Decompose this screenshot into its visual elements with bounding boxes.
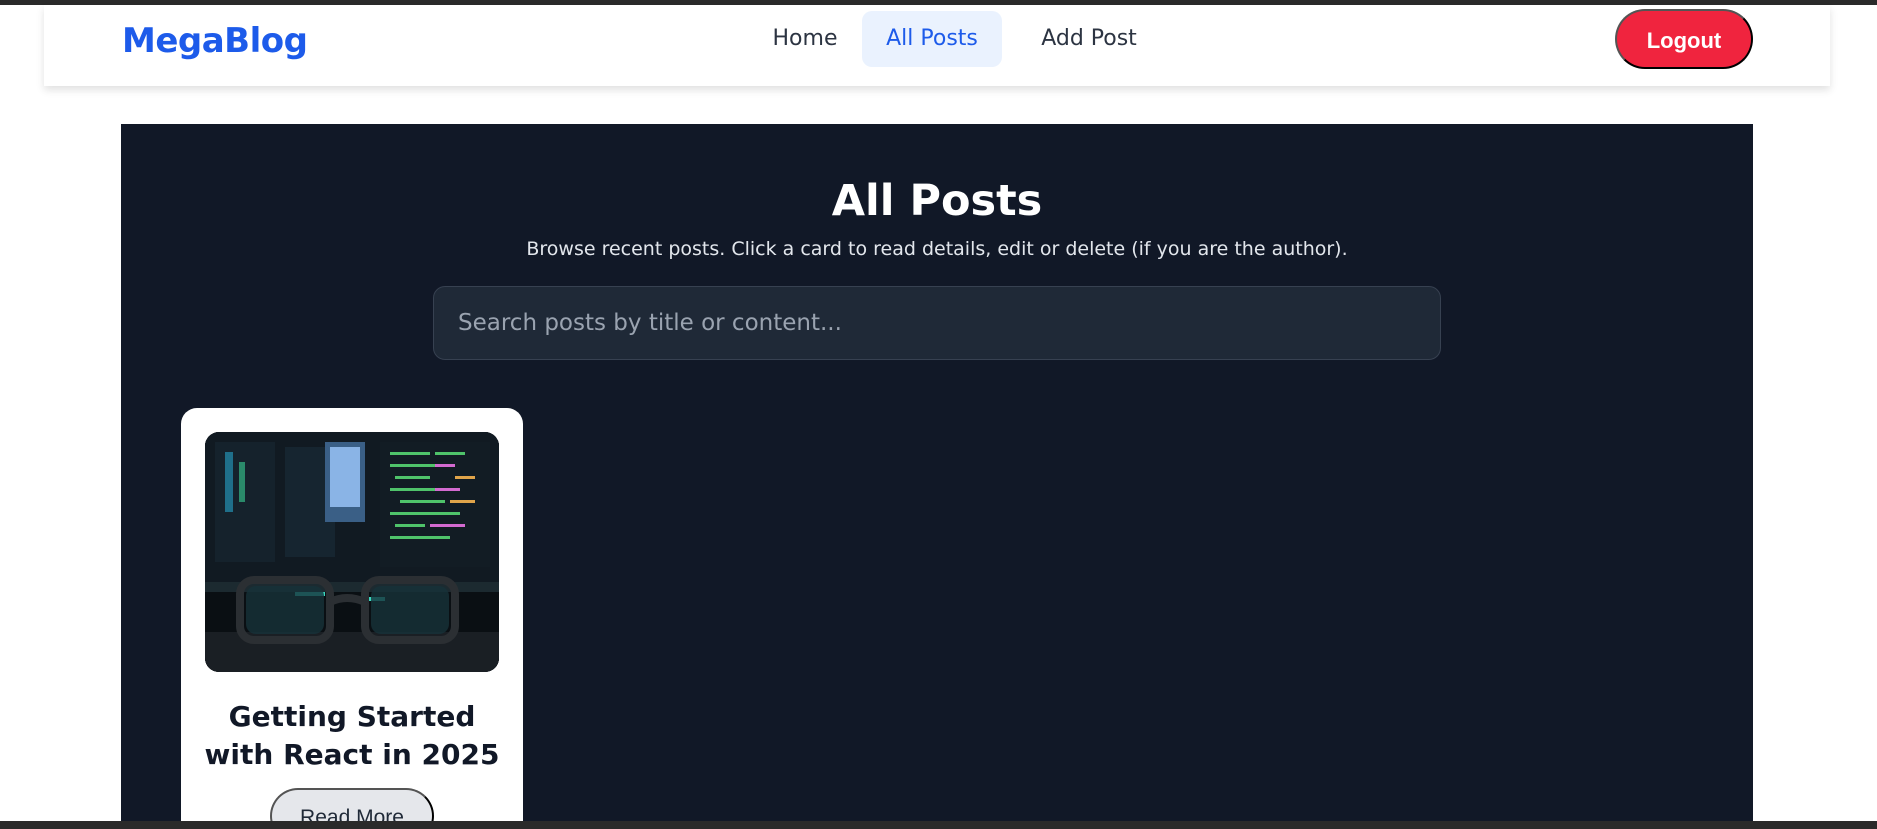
- posts-panel: All Posts Browse recent posts. Click a c…: [121, 124, 1753, 821]
- top-navbar: MegaBlog Home All Posts Add Post Logout: [44, 5, 1830, 86]
- search-input[interactable]: [434, 287, 1440, 359]
- page-subtitle: Browse recent posts. Click a card to rea…: [526, 238, 1348, 260]
- search-box: [433, 286, 1441, 360]
- post-title[interactable]: Getting Started with React in 2025: [191, 698, 513, 774]
- window-bottom-edge: [0, 821, 1877, 829]
- nav-link-all-posts[interactable]: All Posts: [862, 11, 1002, 67]
- site-logo[interactable]: MegaBlog: [122, 21, 308, 61]
- page-title: All Posts: [831, 176, 1043, 226]
- nav-link-home[interactable]: Home: [745, 11, 865, 67]
- nav-link-add-post[interactable]: Add Post: [1019, 11, 1159, 67]
- post-card[interactable]: Getting Started with React in 2025 Read …: [181, 408, 523, 821]
- post-thumbnail-image[interactable]: [205, 432, 499, 672]
- read-more-button[interactable]: Read More: [270, 788, 434, 821]
- logout-button[interactable]: Logout: [1615, 9, 1753, 69]
